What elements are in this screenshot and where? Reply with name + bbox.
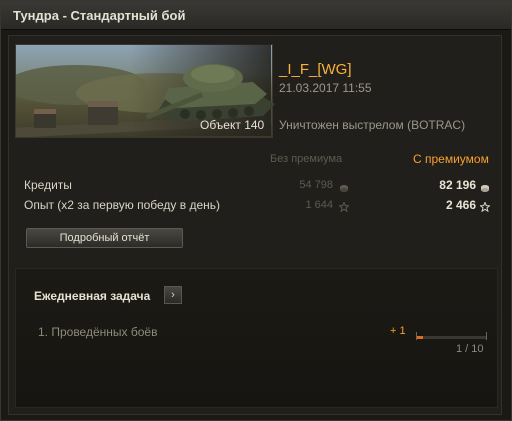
daily-task-gain: + 1 (390, 325, 406, 337)
title-bar[interactable]: Тундра - Стандартный бой (1, 1, 511, 30)
detailed-report-button[interactable]: Подробный отчёт (26, 228, 183, 248)
column-header-base: Без премиума (270, 153, 343, 165)
daily-task-progress-track (416, 336, 486, 339)
experience-label: Опыт (x2 за первую победу в день) (24, 198, 221, 212)
player-name: _I_F_[WG] (279, 61, 352, 78)
progress-tick-start (416, 332, 417, 340)
death-reason: Уничтожен выстрелом (BOTRAC) (279, 118, 466, 132)
credits-base-value: 54 798 (299, 179, 333, 191)
star-icon (479, 199, 491, 213)
daily-task-item: 1. Проведённых боёв (38, 325, 158, 339)
column-header-premium: С премиумом (413, 152, 489, 166)
credits-icon (339, 180, 349, 192)
window-title: Тундра - Стандартный бой (13, 8, 186, 23)
daily-task-title: Ежедневная задача (34, 289, 151, 303)
battle-date: 21.03.2017 11:55 (279, 81, 372, 95)
vehicle-name: Объект 140 (200, 118, 265, 132)
credits-label: Кредиты (24, 178, 72, 192)
progress-tick-end (486, 332, 487, 340)
experience-premium-value: 2 466 (445, 198, 476, 212)
chevron-right-icon: › (171, 289, 175, 301)
star-icon (338, 199, 350, 213)
daily-task-expand-button[interactable]: › (164, 286, 182, 304)
experience-base-value: 1 644 (305, 199, 333, 211)
credits-premium-value: 82 196 (439, 178, 476, 192)
tank-image (135, 42, 285, 128)
daily-task-progress-fill (416, 336, 423, 339)
daily-task-count: 1 / 10 (456, 343, 484, 355)
credits-icon (480, 180, 490, 192)
